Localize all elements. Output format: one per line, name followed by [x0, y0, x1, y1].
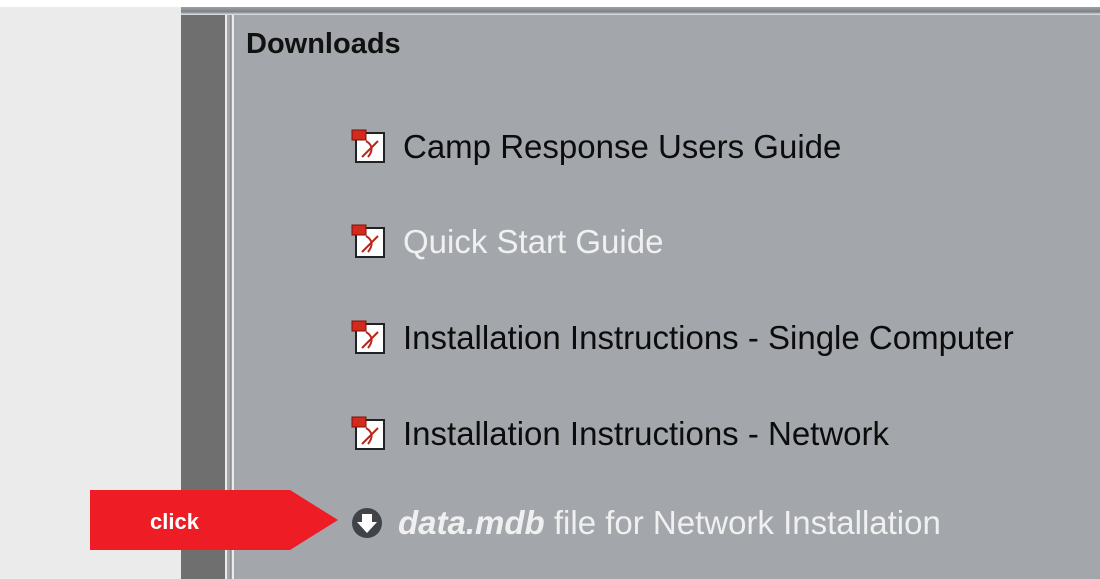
panel-top-border	[181, 7, 1100, 15]
downloads-panel	[225, 15, 1100, 579]
click-callout-arrow	[90, 490, 338, 550]
pdf-icon	[351, 320, 385, 354]
pdf-icon	[351, 224, 385, 258]
download-label[interactable]: Quick Start Guide	[403, 223, 663, 261]
download-item-install-single[interactable]: Installation Instructions - Single Compu…	[350, 318, 1014, 358]
download-label[interactable]: data.mdb file for Network Installation	[398, 504, 941, 542]
download-label[interactable]: Installation Instructions - Single Compu…	[403, 319, 1014, 357]
download-item-users-guide[interactable]: Camp Response Users Guide	[350, 127, 841, 167]
download-item-install-network[interactable]: Installation Instructions - Network	[350, 414, 889, 454]
download-circle-icon	[352, 508, 382, 538]
file-name[interactable]: data.mdb	[398, 504, 545, 541]
pdf-icon	[351, 416, 385, 450]
callout-arrow-shape	[90, 490, 338, 550]
file-description[interactable]: file for Network Installation	[545, 504, 941, 541]
downloads-heading: Downloads	[246, 28, 401, 60]
page-top-edge	[0, 0, 1100, 7]
download-label[interactable]: Installation Instructions - Network	[403, 415, 889, 453]
click-callout-text: click	[150, 509, 199, 534]
download-item-quick-start[interactable]: Quick Start Guide	[350, 222, 663, 262]
pdf-icon	[351, 129, 385, 163]
download-item-data-mdb[interactable]: data.mdb file for Network Installation	[350, 503, 941, 543]
download-label[interactable]: Camp Response Users Guide	[403, 128, 841, 166]
